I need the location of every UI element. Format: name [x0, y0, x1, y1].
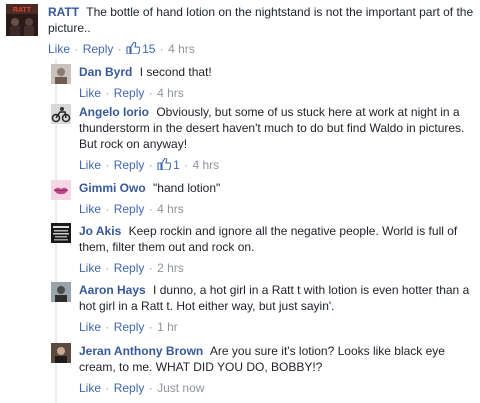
reply-link[interactable]: Reply	[114, 261, 145, 275]
separator: ·	[74, 42, 79, 56]
reply-link[interactable]: Reply	[114, 158, 145, 172]
comment-message: The bottle of hand lotion on the nightst…	[48, 5, 474, 35]
author-name[interactable]: Dan Byrd	[79, 65, 132, 79]
reply-angelo-iorio: Angelo Iorio Obviously, but some of us s…	[51, 104, 476, 173]
comment-text: Jo Akis Keep rockin and ignore all the n…	[79, 223, 476, 255]
person-avatar[interactable]	[51, 282, 71, 302]
timestamp[interactable]: 4 hrs	[157, 202, 184, 216]
separator: ·	[105, 261, 110, 275]
person-avatar[interactable]	[51, 64, 71, 84]
svg-text:RATT: RATT	[13, 7, 32, 14]
separator: ·	[148, 202, 153, 216]
reply-jo-akis: Jo Akis Keep rockin and ignore all the n…	[51, 223, 476, 276]
reply-link[interactable]: Reply	[83, 42, 114, 56]
author-name[interactable]: Aaron Hays	[79, 283, 146, 297]
motorcycle-avatar[interactable]	[51, 104, 71, 124]
person-dark-avatar[interactable]	[51, 343, 71, 363]
separator: ·	[105, 320, 110, 334]
timestamp[interactable]: Just now	[157, 381, 204, 395]
comment-ratt: RATT RATT The bottle of hand lotion on t…	[6, 4, 476, 57]
comment-text: Aaron Hays I dunno, a hot girl in a Ratt…	[79, 282, 476, 314]
separator: ·	[105, 86, 110, 100]
like-link[interactable]: Like	[79, 86, 101, 100]
reply-link[interactable]: Reply	[114, 320, 145, 334]
separator: ·	[117, 42, 122, 56]
comment-message: "hand lotion"	[153, 181, 221, 195]
comment-message: I second that!	[139, 65, 212, 79]
separator: ·	[148, 320, 153, 334]
like-count[interactable]: 1	[157, 158, 180, 172]
reply-link[interactable]: Reply	[114, 381, 145, 395]
author-name[interactable]: Gimmi Owo	[79, 181, 146, 195]
timestamp[interactable]: 4 hrs	[168, 42, 195, 56]
like-link[interactable]: Like	[79, 202, 101, 216]
separator: ·	[148, 158, 153, 172]
comment-actions: Like · Reply · Just now	[79, 380, 476, 396]
author-name[interactable]: RATT	[48, 5, 79, 19]
reply-aaron-hays: Aaron Hays I dunno, a hot girl in a Ratt…	[51, 282, 476, 335]
comment-actions: Like · Reply · 15 · 4 hrs	[48, 41, 476, 57]
comment-message: Keep rockin and ignore all the negative …	[79, 224, 458, 254]
reply-link[interactable]: Reply	[114, 86, 145, 100]
thumbs-up-icon	[157, 158, 172, 170]
author-name[interactable]: Jeran Anthony Brown	[79, 344, 203, 358]
like-link[interactable]: Like	[79, 158, 101, 172]
separator: ·	[159, 42, 164, 56]
separator: ·	[105, 381, 110, 395]
thumbs-up-icon	[126, 42, 141, 54]
comment-text: Gimmi Owo "hand lotion"	[79, 180, 476, 196]
like-link[interactable]: Like	[79, 320, 101, 334]
separator: ·	[105, 158, 110, 172]
comment-text: RATT The bottle of hand lotion on the ni…	[48, 4, 476, 36]
reply-gimmi-owo: Gimmi Owo "hand lotion" Like · Reply · 4…	[51, 180, 476, 217]
separator: ·	[105, 202, 110, 216]
comment-text: Dan Byrd I second that!	[79, 64, 476, 80]
reply-dan-byrd: Dan Byrd I second that! Like · Reply · 4…	[51, 64, 476, 101]
timestamp[interactable]: 2 hrs	[157, 261, 184, 275]
comment-actions: Like · Reply · 1 · 4 hrs	[79, 157, 476, 173]
band-logo-avatar[interactable]: RATT	[6, 4, 38, 36]
comment-text: Angelo Iorio Obviously, but some of us s…	[79, 104, 476, 152]
separator: ·	[148, 86, 153, 100]
lips-avatar[interactable]	[51, 180, 71, 200]
like-link[interactable]: Like	[79, 381, 101, 395]
timestamp[interactable]: 1 hr	[157, 320, 178, 334]
author-name[interactable]: Jo Akis	[79, 224, 121, 238]
author-name[interactable]: Angelo Iorio	[79, 105, 149, 119]
reply-link[interactable]: Reply	[114, 202, 145, 216]
separator: ·	[184, 158, 189, 172]
poster-avatar[interactable]	[51, 223, 71, 243]
comment-actions: Like · Reply · 2 hrs	[79, 260, 476, 276]
like-link[interactable]: Like	[79, 261, 101, 275]
separator: ·	[148, 381, 153, 395]
comment-actions: Like · Reply · 4 hrs	[79, 85, 476, 101]
like-link[interactable]: Like	[48, 42, 70, 56]
comment-actions: Like · Reply · 4 hrs	[79, 201, 476, 217]
separator: ·	[148, 261, 153, 275]
like-count[interactable]: 15	[126, 42, 155, 56]
comment-text: Jeran Anthony Brown Are you sure it's lo…	[79, 343, 476, 375]
timestamp[interactable]: 4 hrs	[192, 158, 219, 172]
reply-jeran-anthony-brown: Jeran Anthony Brown Are you sure it's lo…	[51, 343, 476, 396]
timestamp[interactable]: 4 hrs	[157, 86, 184, 100]
comment-actions: Like · Reply · 1 hr	[79, 319, 476, 335]
